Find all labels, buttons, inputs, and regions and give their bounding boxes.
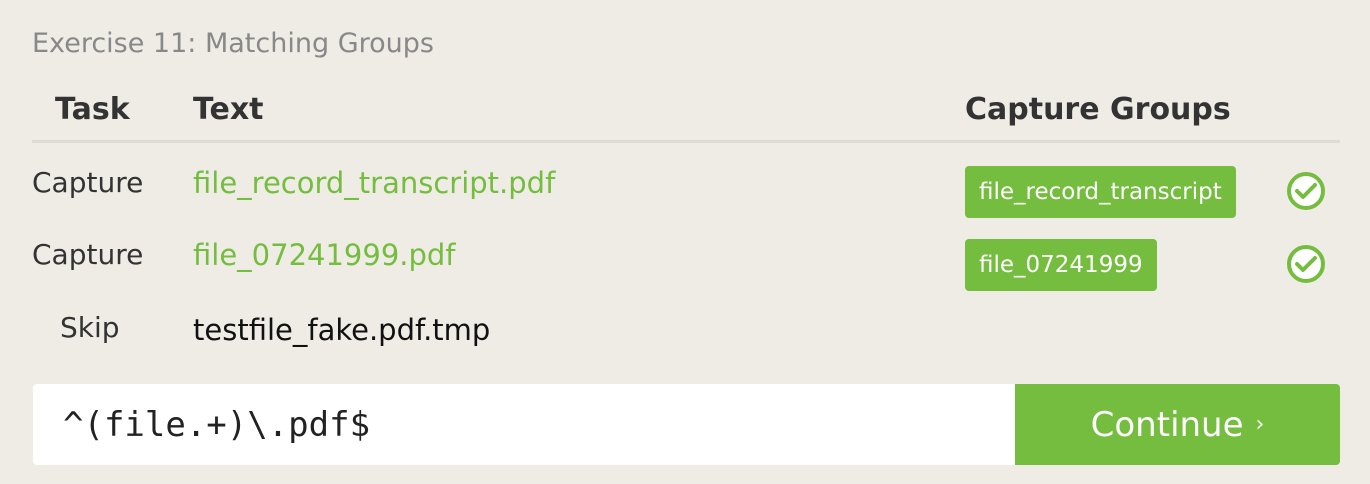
row-2-capture-group: file_07241999	[965, 239, 1157, 291]
exercise-title: Exercise 11: Matching Groups	[32, 28, 434, 59]
row-2-task: Capture	[32, 238, 144, 271]
row-1-capture-group: file_record_transcript	[965, 166, 1236, 218]
chevron-right-icon: ›	[1255, 412, 1265, 437]
header-task: Task	[55, 92, 130, 127]
continue-button-label: Continue	[1090, 404, 1244, 445]
regex-input[interactable]	[33, 384, 1015, 465]
row-1-text: file_record_transcript.pdf	[193, 166, 556, 200]
row-2-text: file_07241999.pdf	[193, 238, 456, 272]
row-3-text: testfile_fake.pdf.tmp	[193, 313, 491, 347]
row-1-task: Capture	[32, 166, 144, 199]
header-divider	[32, 140, 1340, 143]
header-capture-groups: Capture Groups	[965, 92, 1231, 127]
header-text: Text	[193, 92, 264, 127]
continue-button[interactable]: Continue ›	[1015, 384, 1340, 465]
row-3-task: Skip	[60, 311, 120, 344]
check-icon	[1287, 172, 1325, 210]
check-icon	[1287, 245, 1325, 283]
regex-input-wrapper	[33, 384, 1015, 465]
